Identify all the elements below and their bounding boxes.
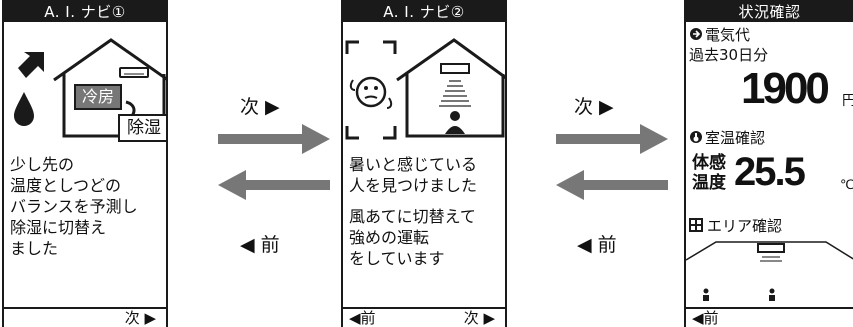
right-arrow-icon [218, 124, 330, 154]
screen-footer: ◀前 [686, 307, 853, 327]
temp-unit: ℃ [840, 178, 853, 193]
airflow-icon [439, 80, 471, 107]
prev-hint: ◀ 前 [577, 234, 617, 256]
prev-hint: ◀ 前 [240, 234, 280, 256]
footer-next-button[interactable]: 次 ▶ [125, 309, 156, 327]
area-check-label: エリア確認 [707, 217, 783, 235]
ai-navi-screen-1: A. I. ナビ① 冷房 除湿 少し先の 温度としつどの バランスを予測し 除湿… [2, 0, 168, 327]
cost-unit: 円 [842, 90, 853, 110]
electric-cost-label: 電気代 [705, 26, 751, 44]
ac-unit-icon [757, 243, 785, 253]
person-icon [769, 288, 775, 301]
footer-prev-button[interactable]: ◀前 [349, 309, 376, 327]
screen-title: A. I. ナビ② [343, 2, 505, 22]
room-area-map [686, 241, 853, 301]
screen-title: A. I. ナビ① [4, 2, 166, 22]
hot-face-icon [349, 76, 393, 109]
next-hint: 次 ▶ [574, 96, 614, 118]
area-grid-icon [689, 218, 703, 232]
navi-message: 少し先の 温度としつどの バランスを予測し 除湿に切替え ました [10, 155, 138, 258]
status-screen: 状況確認 電気代 過去30日分 1900 円 室温確認 体感 温度 25.5 ℃… [684, 0, 853, 327]
screen-footer: ◀前 次 ▶ [343, 307, 505, 327]
wind-arrow-icon [18, 52, 44, 78]
navi-message-action: 風あてに切替えて 強めの運転 をしています [349, 207, 476, 268]
cooling-badge: 冷房 [74, 84, 122, 110]
airflow-icon [760, 256, 782, 262]
person-icon [703, 288, 709, 301]
room-temp-label: 室温確認 [705, 129, 766, 147]
period-label: 過去30日分 [689, 46, 769, 64]
dehumidify-badge: 除湿 [118, 114, 166, 142]
left-arrow-icon [556, 170, 668, 200]
water-drop-icon [14, 92, 34, 126]
cost-value: 1900 [741, 64, 830, 113]
screen-title: 状況確認 [686, 2, 853, 22]
footer-prev-button[interactable]: ◀前 [692, 309, 719, 327]
navi-message-detect: 暑いと感じている 人を見つけました [349, 155, 478, 195]
ai-navi-screen-2: A. I. ナビ② 暑いと感じている 人を見つけました 風あてに切替えて 強めの… [341, 0, 507, 327]
power-icon [690, 28, 702, 40]
feels-temp-value: 25.5 [734, 150, 806, 194]
left-arrow-icon [218, 170, 330, 200]
footer-next-button[interactable]: 次 ▶ [464, 309, 495, 327]
person-detection-illustration [345, 38, 505, 140]
feels-label-line2: 温度 [692, 173, 726, 193]
right-arrow-icon [556, 124, 668, 154]
thermometer-icon [690, 131, 702, 143]
next-hint: 次 ▶ [240, 96, 280, 118]
person-icon [445, 111, 465, 134]
screen-footer: 次 ▶ [4, 307, 166, 327]
